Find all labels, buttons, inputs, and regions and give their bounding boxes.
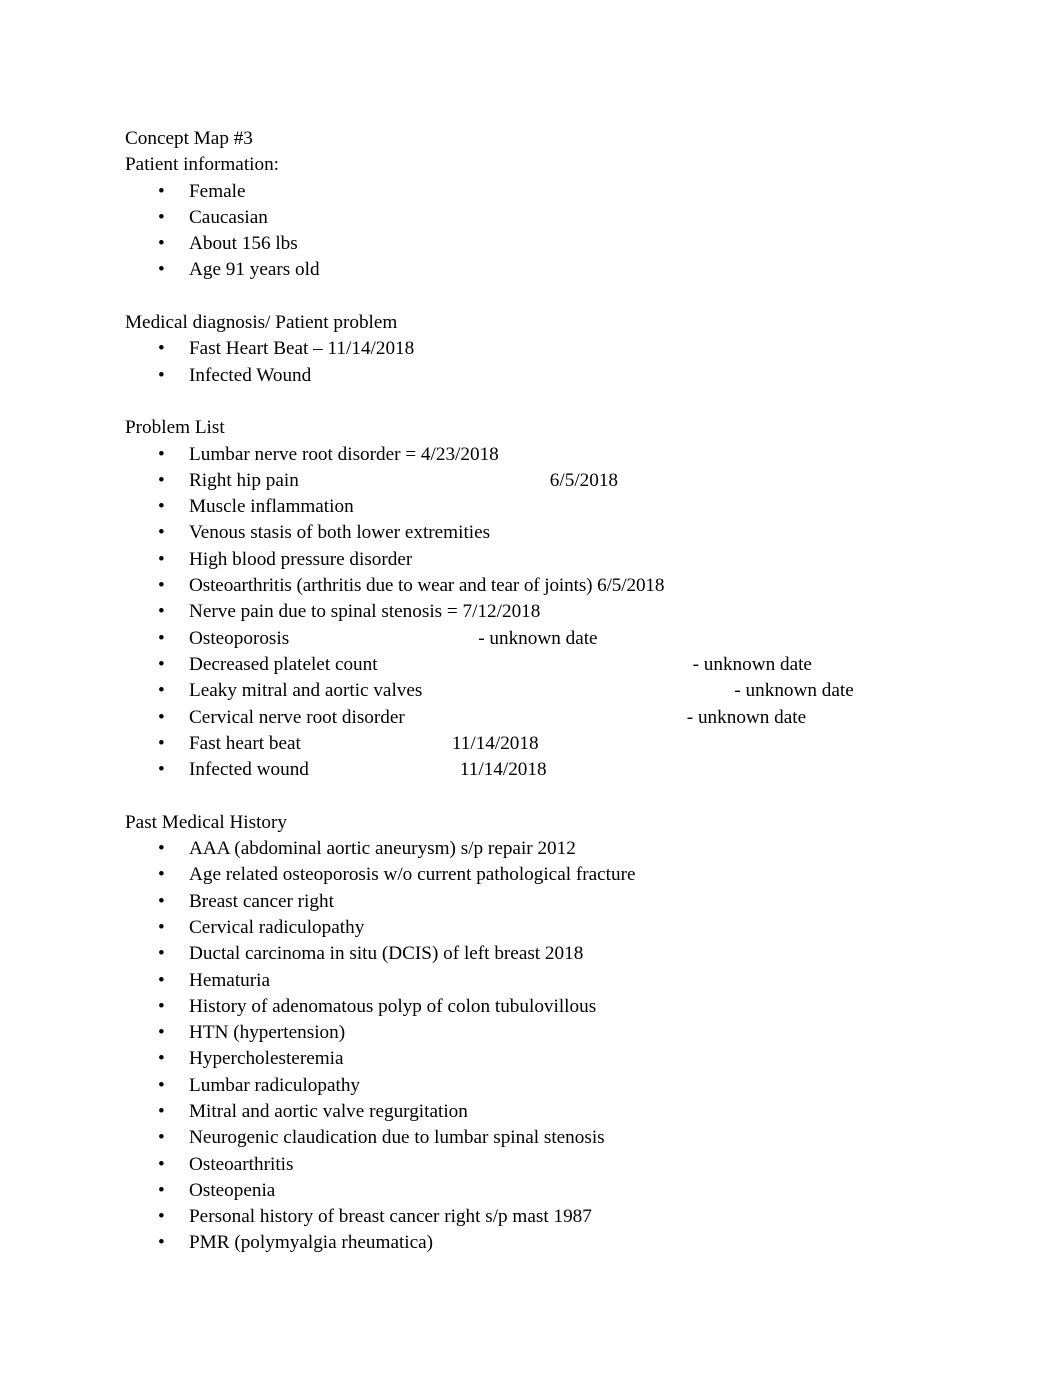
list-item: PMR (polymyalgia rheumatica): [125, 1230, 982, 1257]
list-item-label: About 156 lbs: [189, 233, 298, 255]
list-item: Venous stasis of both lower extremities: [125, 520, 982, 547]
list-item-label: Cervical nerve root disorder: [189, 706, 405, 728]
list-item-label: Lumbar nerve root disorder = 4/23/2018: [189, 443, 499, 465]
list-item-label: Right hip pain: [189, 469, 299, 491]
list-item-label: Cervical radiculopathy: [189, 916, 365, 938]
list-item-label: Osteopenia: [189, 1179, 276, 1201]
list-item-label: Infected wound: [189, 759, 309, 781]
bullet-list-4: AAA (abdominal aortic aneurysm) s/p repa…: [125, 836, 982, 1257]
list-item: Osteopenia: [125, 1178, 982, 1205]
list-item: Female: [125, 179, 982, 206]
document-body: Concept Map #3 Patient information: Female…: [125, 126, 982, 1257]
section-heading-2: Medical diagnosis/ Patient problem: [125, 312, 398, 334]
list-item-label: High blood pressure disorder: [189, 548, 413, 570]
list-item-date: - unknown date: [692, 653, 812, 675]
section-heading-4: Past Medical History: [125, 811, 288, 833]
list-item-label: Osteoporosis: [189, 627, 290, 649]
list-item: Age related osteoporosis w/o current pat…: [125, 862, 982, 889]
list-item: Hematuria: [125, 968, 982, 995]
document-page: Concept Map #3 Patient information: Female…: [0, 0, 1062, 1377]
list-item: Nerve pain due to spinal stenosis = 7/12…: [125, 599, 982, 626]
list-item-date: - unknown date: [478, 627, 598, 649]
list-item-label: Hypercholesteremia: [189, 1048, 344, 1070]
list-item-label: Female: [189, 180, 246, 202]
list-item-label: PMR (polymyalgia rheumatica): [189, 1232, 434, 1254]
list-item: Fast heart beat 11/14/2018: [125, 731, 982, 758]
list-item-label: Fast heart beat: [189, 732, 301, 754]
list-item: History of adenomatous polyp of colon tu…: [125, 994, 982, 1021]
list-item-label: Age related osteoporosis w/o current pat…: [189, 864, 636, 886]
list-item-date: 6/5/2018: [549, 469, 619, 491]
list-item: Ductal carcinoma in situ (DCIS) of left …: [125, 941, 982, 968]
list-item-label: Age 91 years old: [189, 259, 320, 281]
list-item-label: Nerve pain due to spinal stenosis = 7/12…: [189, 601, 541, 623]
list-item-label: Fast Heart Beat – 11/14/2018: [189, 338, 415, 360]
list-item: Leaky mitral and aortic valves - unknown …: [125, 678, 982, 705]
list-item: Infected wound 11/14/2018: [125, 757, 982, 784]
list-item-label: HTN (hypertension): [189, 1022, 346, 1044]
list-item-date: 11/14/2018: [451, 732, 539, 754]
list-item-label: Ductal carcinoma in situ (DCIS) of left …: [189, 943, 584, 965]
list-item: Age 91 years old: [125, 257, 982, 284]
list-item-label: Caucasian: [189, 206, 268, 228]
list-item: Personal history of breast cancer right …: [125, 1204, 982, 1231]
list-item: HTN (hypertension): [125, 1020, 982, 1047]
list-item-label: Decreased platelet count: [189, 653, 378, 675]
list-item-label: Leaky mitral and aortic valves: [189, 680, 423, 702]
list-item: Decreased platelet count - unknown date: [125, 652, 982, 679]
list-item: High blood pressure disorder: [125, 547, 982, 574]
list-item: Breast cancer right: [125, 889, 982, 916]
list-item-label: Personal history of breast cancer right …: [189, 1206, 592, 1228]
list-item: Hypercholesteremia: [125, 1046, 982, 1073]
list-item: Cervical nerve root disorder - unknown da…: [125, 705, 982, 732]
list-item: Lumbar nerve root disorder = 4/23/2018: [125, 442, 982, 469]
list-item: AAA (abdominal aortic aneurysm) s/p repa…: [125, 836, 982, 863]
list-item-date: 11/14/2018: [459, 759, 547, 781]
list-item: Osteoarthritis (arthritis due to wear an…: [125, 573, 982, 600]
list-item-label: Osteoarthritis: [189, 1153, 294, 1175]
list-item: Right hip pain 6/5/2018: [125, 468, 982, 495]
list-item-label: Hematuria: [189, 969, 270, 991]
list-item-label: Neurogenic claudication due to lumbar sp…: [189, 1127, 605, 1149]
list-item-date: - unknown date: [686, 706, 807, 728]
list-item: Lumbar radiculopathy: [125, 1073, 982, 1100]
list-item-label: Infected Wound: [189, 364, 312, 386]
list-item-label: Muscle inflammation: [189, 496, 354, 518]
bullet-list-3: Lumbar nerve root disorder = 4/23/2018 Ri…: [125, 442, 982, 784]
section-heading-1: Patient information:: [125, 154, 280, 176]
bullet-list-2: Fast Heart Beat – 11/14/2018 Infected Wou…: [125, 336, 982, 389]
section-heading-3: Problem List: [125, 417, 225, 439]
bullet-list-1: Female Caucasian About 156 lbs Age 91 years…: [125, 179, 982, 284]
list-item: Fast Heart Beat – 11/14/2018: [125, 336, 982, 363]
list-item: Cervical radiculopathy: [125, 915, 982, 942]
list-item-label: Mitral and aortic valve regurgitation: [189, 1100, 468, 1122]
list-item: Mitral and aortic valve regurgitation: [125, 1099, 982, 1126]
list-item: Muscle inflammation: [125, 494, 982, 521]
list-item: Osteoarthritis: [125, 1152, 982, 1179]
list-item: Osteoporosis - unknown date: [125, 626, 982, 653]
document-title: Concept Map #3: [125, 128, 253, 149]
list-item-label: Venous stasis of both lower extremities: [189, 522, 491, 544]
list-item: Infected Wound: [125, 363, 982, 390]
list-item-date: - unknown date: [734, 680, 854, 702]
list-item-label: AAA (abdominal aortic aneurysm) s/p repa…: [189, 838, 576, 860]
list-item-label: Breast cancer right: [189, 890, 334, 912]
list-item-label: History of adenomatous polyp of colon tu…: [189, 995, 597, 1017]
list-item-label: Lumbar radiculopathy: [189, 1074, 361, 1096]
list-item: Caucasian: [125, 205, 982, 232]
list-item: About 156 lbs: [125, 231, 982, 258]
list-item-label: Osteoarthritis (arthritis due to wear an…: [189, 575, 665, 597]
list-item: Neurogenic claudication due to lumbar sp…: [125, 1125, 982, 1152]
